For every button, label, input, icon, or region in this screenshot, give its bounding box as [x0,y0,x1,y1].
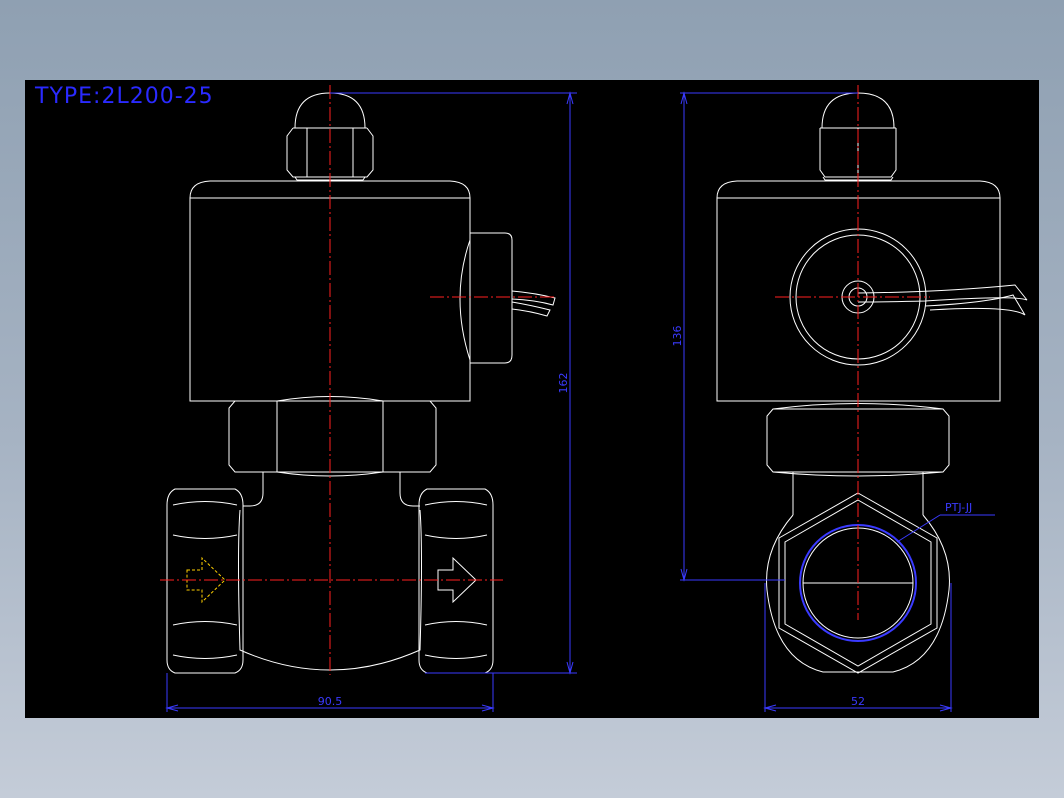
right-port [418,488,494,674]
front-dimensions: 162 90.5 [165,91,577,712]
dim-coil-height: 136 [671,326,684,347]
side-dimensions: 136 52 [671,91,953,712]
side-view: PTJ-JJ [716,85,1028,674]
dim-overall-height: 162 [557,373,570,394]
dim-body-width-side: 52 [851,695,865,708]
thread-callout: PTJ-JJ [945,501,972,514]
connector [469,232,513,364]
front-lower-nut [228,400,437,473]
drawing-canvas: TYPE:2L200-25 162 90.5 PTJ-JJ 136 52 [34,84,1028,712]
drawing-title: TYPE:2L200-25 [34,84,214,109]
front-view [160,85,556,675]
cad-viewport[interactable]: TYPE:2L200-25 162 90.5 PTJ-JJ 136 52 [25,80,1039,718]
left-port [166,488,244,674]
dim-body-width-front: 90.5 [318,695,343,708]
